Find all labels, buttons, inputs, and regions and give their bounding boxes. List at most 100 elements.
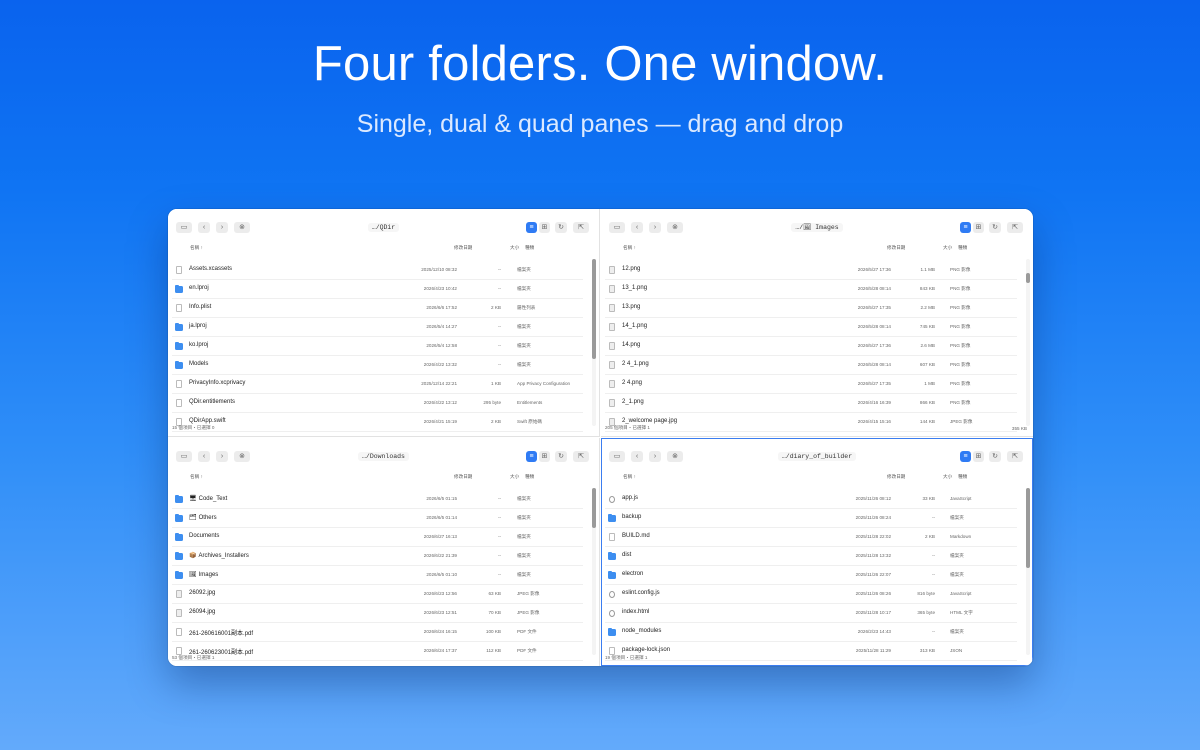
column-header-name[interactable]: 名稱 ↑	[190, 245, 203, 251]
forward-button[interactable]: ›	[649, 222, 661, 233]
column-header-name[interactable]: 名稱 ↑	[623, 474, 636, 480]
scrollbar[interactable]	[592, 259, 596, 426]
file-row[interactable]: 14_1.png 2026/5/28 08:14 745 KB PNG 影像	[605, 318, 1017, 337]
file-row[interactable]: 261-260623001副本.pdf 2026/6/24 17:37 112 KB…	[172, 642, 583, 661]
file-row[interactable]: PrivacyInfo.xcprivacy 2025/12/14 22:21 1 K…	[172, 375, 583, 394]
column-header-size[interactable]: 大小	[943, 474, 952, 480]
back-button[interactable]: ‹	[198, 451, 210, 462]
stop-circle-button[interactable]: ⊗	[667, 222, 683, 233]
file-row[interactable]: ja.lproj 2026/5/4 14:27 -- 檔案夾	[172, 318, 583, 337]
file-row[interactable]: 14.png 2026/5/27 17:36 2.6 MB PNG 影像	[605, 337, 1017, 356]
scrollbar-thumb[interactable]	[592, 259, 596, 359]
column-header-date[interactable]: 修改日期	[887, 474, 905, 480]
scrollbar[interactable]	[1026, 259, 1030, 426]
scrollbar[interactable]	[1026, 488, 1030, 655]
file-pane[interactable]: ▭ ‹ › ⊗ ≡ ⊞ ↻ ⇱ …/Downloads 名稱 ↑ 修改日期 大小 種類 🖥 Code_Tex…	[168, 438, 600, 666]
file-row[interactable]: 2 4_1.png 2026/5/28 08:14 607 KB PNG 影像	[605, 356, 1017, 375]
open-external-button[interactable]: ⇱	[573, 451, 589, 462]
file-row[interactable]: 2 4.png 2026/5/27 17:35 1 MB PNG 影像	[605, 375, 1017, 394]
file-row[interactable]: 261-260616001副本.pdf 2026/6/24 16:15 100 KB…	[172, 623, 583, 642]
file-row[interactable]: 📦 Archives_Installers 2026/6/22 21:39 -- 檔案夾	[172, 547, 583, 566]
file-row[interactable]: 26092.jpg 2026/6/23 12:56 63 KB JPEG 影像	[172, 585, 583, 604]
column-header-size[interactable]: 大小	[943, 245, 952, 251]
refresh-button[interactable]: ↻	[555, 222, 567, 233]
file-row[interactable]: BUILD.md 2025/11/28 22:02 2 KB Markdown	[605, 528, 1017, 547]
stop-circle-button[interactable]: ⊗	[234, 451, 250, 462]
file-row[interactable]: package-lock.json 2025/11/28 11:29 313 KB J…	[605, 642, 1017, 661]
column-header-kind[interactable]: 種類	[525, 474, 534, 480]
forward-button[interactable]: ›	[649, 451, 661, 462]
column-header-kind[interactable]: 種類	[958, 245, 967, 251]
column-header-size[interactable]: 大小	[510, 245, 519, 251]
grid-view-button[interactable]: ⊞	[539, 451, 550, 462]
forward-button[interactable]: ›	[216, 451, 228, 462]
folder-icon-button[interactable]: ▭	[609, 222, 625, 233]
path-label[interactable]: …/diary_of_builder	[777, 452, 857, 461]
grid-view-button[interactable]: ⊞	[973, 451, 984, 462]
refresh-button[interactable]: ↻	[989, 451, 1001, 462]
path-label[interactable]: …/Downloads	[358, 452, 409, 461]
file-row[interactable]: 12.png 2026/5/27 17:36 1.1 MB PNG 影像	[605, 261, 1017, 280]
file-pane[interactable]: ▭ ‹ › ⊗ ≡ ⊞ ↻ ⇱ …/🖼 Images 名稱 ↑ 修改日期 大小 種類 12.png 2026…	[601, 209, 1033, 437]
file-row[interactable]: 🖼 Images 2026/6/5 01:10 -- 檔案夾	[172, 566, 583, 585]
file-row[interactable]: app.js 2025/11/26 08:12 33 KB JavaScript	[605, 490, 1017, 509]
file-row[interactable]: eslint.config.js 2025/11/26 08:26 816 byte…	[605, 585, 1017, 604]
refresh-button[interactable]: ↻	[555, 451, 567, 462]
list-view-button[interactable]: ≡	[960, 222, 971, 233]
file-row[interactable]: Models 2026/4/22 13:32 -- 檔案夾	[172, 356, 583, 375]
back-button[interactable]: ‹	[631, 222, 643, 233]
file-row[interactable]: Documents 2026/6/27 16:13 -- 檔案夾	[172, 528, 583, 547]
file-row[interactable]: 13_1.png 2026/5/28 08:14 843 KB PNG 影像	[605, 280, 1017, 299]
folder-icon-button[interactable]: ▭	[609, 451, 625, 462]
column-header-kind[interactable]: 種類	[958, 474, 967, 480]
file-pane[interactable]: ▭ ‹ › ⊗ ≡ ⊞ ↻ ⇱ …/diary_of_builder 名稱 ↑ 修改日期 大小 種類 ap…	[601, 438, 1033, 666]
file-row[interactable]: backup 2025/11/26 08:24 -- 檔案夾	[605, 509, 1017, 528]
column-header-kind[interactable]: 種類	[525, 245, 534, 251]
grid-view-button[interactable]: ⊞	[539, 222, 550, 233]
scrollbar-thumb[interactable]	[592, 488, 596, 528]
file-row[interactable]: electron 2025/11/26 22:07 -- 檔案夾	[605, 566, 1017, 585]
scrollbar-thumb[interactable]	[1026, 273, 1030, 283]
back-button[interactable]: ‹	[198, 222, 210, 233]
forward-button[interactable]: ›	[216, 222, 228, 233]
column-header-name[interactable]: 名稱 ↑	[623, 245, 636, 251]
folder-icon-button[interactable]: ▭	[176, 451, 192, 462]
column-header-size[interactable]: 大小	[510, 474, 519, 480]
file-row[interactable]: en.lproj 2026/4/23 10:42 -- 檔案夾	[172, 280, 583, 299]
list-view-button[interactable]: ≡	[526, 451, 537, 462]
list-view-button[interactable]: ≡	[960, 451, 971, 462]
refresh-button[interactable]: ↻	[989, 222, 1001, 233]
path-label[interactable]: …/🖼 Images	[791, 223, 843, 232]
file-row[interactable]: 🗂 Others 2026/6/5 01:14 -- 檔案夾	[172, 509, 583, 528]
file-row[interactable]: ko.lproj 2026/5/4 12:58 -- 檔案夾	[172, 337, 583, 356]
column-header-name[interactable]: 名稱 ↑	[190, 474, 203, 480]
file-row[interactable]: 13.png 2026/5/27 17:35 2.2 MB PNG 影像	[605, 299, 1017, 318]
stop-circle-button[interactable]: ⊗	[234, 222, 250, 233]
file-row[interactable]: node_modules 2026/2/23 14:43 -- 檔案夾	[605, 623, 1017, 642]
scrollbar-thumb[interactable]	[1026, 488, 1030, 568]
path-label[interactable]: …/QDir	[367, 223, 400, 232]
open-external-button[interactable]: ⇱	[1007, 222, 1023, 233]
file-row[interactable]: 🖥 Code_Text 2026/6/5 01:15 -- 檔案夾	[172, 490, 583, 509]
column-header-date[interactable]: 修改日期	[454, 474, 472, 480]
file-row[interactable]: Assets.xcassets 2025/12/10 08:32 -- 檔案夾	[172, 261, 583, 280]
file-row[interactable]: QDirApp.swift 2026/4/21 15:19 2 KB Swift 原始…	[172, 413, 583, 432]
file-row[interactable]: 2_welcome page.jpg 2026/4/15 15:16 144 KB J…	[605, 413, 1017, 432]
file-row[interactable]: index.html 2025/11/28 10:17 365 byte HTML 文…	[605, 604, 1017, 623]
grid-view-button[interactable]: ⊞	[973, 222, 984, 233]
scrollbar[interactable]	[592, 488, 596, 655]
file-pane[interactable]: ▭ ‹ › ⊗ ≡ ⊞ ↻ ⇱ …/QDir 名稱 ↑ 修改日期 大小 種類 Assets.xcasset…	[168, 209, 600, 437]
file-row[interactable]: Info.plist 2026/6/6 17:52 2 KB 屬性列表	[172, 299, 583, 318]
file-row[interactable]: 2_1.png 2026/4/16 16:39 866 KB PNG 影像	[605, 394, 1017, 413]
file-row[interactable]: dist 2025/11/28 13:32 -- 檔案夾	[605, 547, 1017, 566]
list-view-button[interactable]: ≡	[526, 222, 537, 233]
open-external-button[interactable]: ⇱	[1007, 451, 1023, 462]
column-header-date[interactable]: 修改日期	[887, 245, 905, 251]
open-external-button[interactable]: ⇱	[573, 222, 589, 233]
column-header-date[interactable]: 修改日期	[454, 245, 472, 251]
stop-circle-button[interactable]: ⊗	[667, 451, 683, 462]
file-row[interactable]: QDir.entitlements 2026/4/22 13:12 295 byte…	[172, 394, 583, 413]
file-row[interactable]: 26094.jpg 2026/6/23 12:51 70 KB JPEG 影像	[172, 604, 583, 623]
folder-icon-button[interactable]: ▭	[176, 222, 192, 233]
back-button[interactable]: ‹	[631, 451, 643, 462]
